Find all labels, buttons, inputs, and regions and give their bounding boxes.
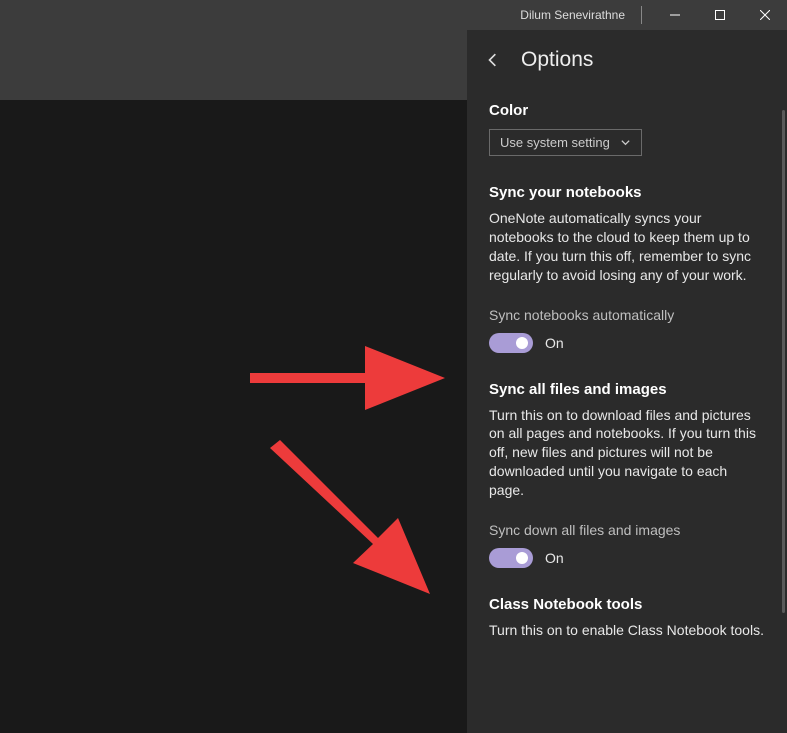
maximize-icon bbox=[715, 10, 725, 20]
sync-files-toggle-row: Sync down all files and images On bbox=[489, 522, 765, 568]
pane-header: Options bbox=[467, 30, 787, 90]
username-label: Dilum Senevirathne bbox=[520, 8, 625, 22]
sync-notebooks-desc: OneNote automatically syncs your noteboo… bbox=[489, 209, 765, 285]
sync-notebooks-toggle-row: Sync notebooks automatically On bbox=[489, 307, 765, 353]
close-icon bbox=[760, 10, 770, 20]
toggle-knob bbox=[516, 552, 528, 564]
chevron-down-icon bbox=[620, 137, 631, 148]
sync-files-toggle-label: Sync down all files and images bbox=[489, 522, 765, 538]
class-notebook-section: Class Notebook tools Turn this on to ena… bbox=[489, 596, 765, 640]
sync-notebooks-toggle-label: Sync notebooks automatically bbox=[489, 307, 765, 323]
sync-files-section: Sync all files and images Turn this on t… bbox=[489, 381, 765, 568]
sync-files-toggle[interactable] bbox=[489, 548, 533, 568]
sync-notebooks-section: Sync your notebooks OneNote automaticall… bbox=[489, 184, 765, 353]
color-heading: Color bbox=[489, 102, 765, 119]
scrollbar[interactable] bbox=[782, 110, 785, 613]
sync-notebooks-toggle[interactable] bbox=[489, 333, 533, 353]
color-dropdown-value: Use system setting bbox=[500, 135, 610, 150]
class-notebook-heading: Class Notebook tools bbox=[489, 596, 765, 613]
sync-files-heading: Sync all files and images bbox=[489, 381, 765, 398]
sync-notebooks-toggle-state: On bbox=[545, 335, 564, 351]
sync-files-desc: Turn this on to download files and pictu… bbox=[489, 406, 765, 500]
chevron-left-icon bbox=[486, 53, 500, 67]
window-controls bbox=[652, 0, 787, 30]
titlebar-divider bbox=[641, 6, 642, 24]
back-button[interactable] bbox=[481, 48, 505, 72]
options-pane: Options Color Use system setting Sync yo… bbox=[467, 30, 787, 733]
pane-title: Options bbox=[521, 48, 593, 72]
sync-files-toggle-state: On bbox=[545, 550, 564, 566]
pane-scroll-area[interactable]: Color Use system setting Sync your noteb… bbox=[467, 90, 787, 733]
class-notebook-desc: Turn this on to enable Class Notebook to… bbox=[489, 621, 765, 640]
maximize-button[interactable] bbox=[697, 0, 742, 30]
minimize-icon bbox=[670, 10, 680, 20]
sync-notebooks-heading: Sync your notebooks bbox=[489, 184, 765, 201]
close-button[interactable] bbox=[742, 0, 787, 30]
title-bar: Dilum Senevirathne bbox=[0, 0, 787, 30]
color-section: Color Use system setting bbox=[489, 102, 765, 156]
color-dropdown[interactable]: Use system setting bbox=[489, 129, 642, 156]
minimize-button[interactable] bbox=[652, 0, 697, 30]
toggle-knob bbox=[516, 337, 528, 349]
